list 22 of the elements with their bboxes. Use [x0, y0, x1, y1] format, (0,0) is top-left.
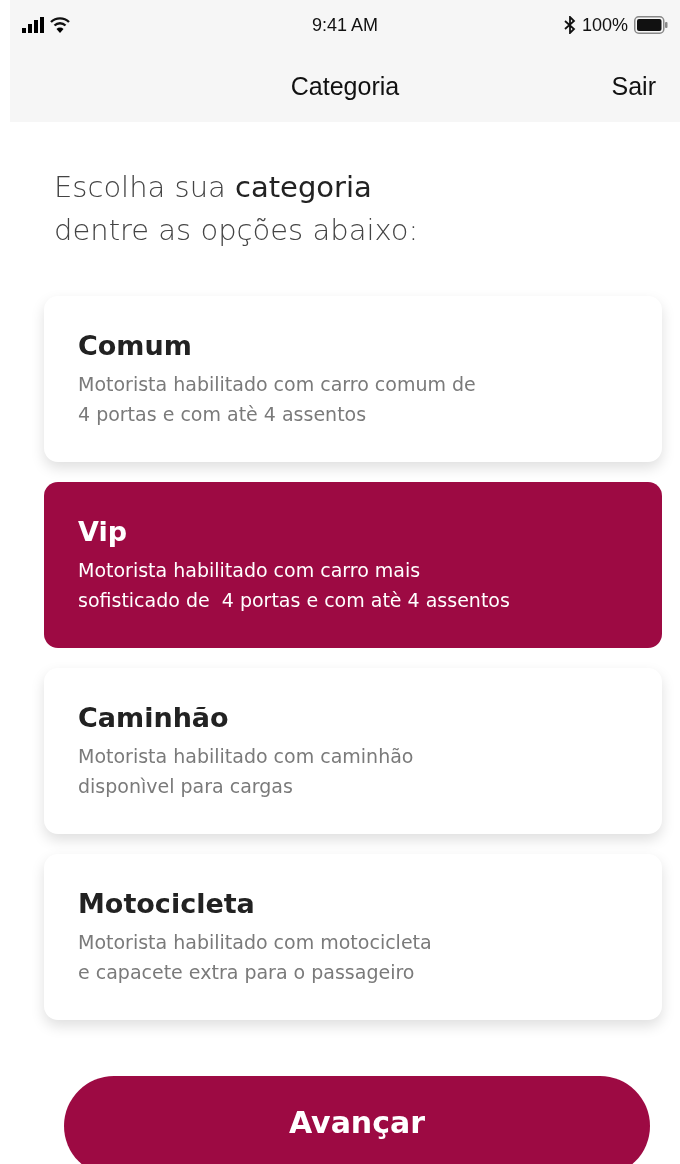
category-description: Motorista habilitado com motocicleta e capacete extra para o passageiro [78, 930, 432, 985]
battery-percentage: 100% [581, 14, 628, 36]
category-title: Caminhão [78, 702, 229, 733]
status-time: 9:41 AM [311, 14, 378, 35]
instruction-text: Escolha sua categoria dentre as opções abaixo: [54, 169, 420, 249]
exit-link[interactable]: Sair [611, 71, 656, 101]
category-title: Motocicleta [78, 888, 255, 919]
category-description: Motorista habilitado com carro comum de 4 portas e com atè 4 assentos [78, 372, 476, 427]
advance-button[interactable]: Avançar [64, 1076, 650, 1164]
screen-title: Categoria [290, 71, 400, 101]
category-card[interactable]: Comum Motorista habilitado com carro comum de 4 portas e com atè 4 assentos [44, 296, 662, 462]
category-card[interactable]: Vip Motorista habilitado com carro mais sofisticado de 4 portas e com atè 4 assentos [44, 482, 662, 648]
category-card[interactable]: Caminhão Motorista habilitado com caminhão disponìvel para cargas [44, 668, 662, 834]
wifi-icon [50, 17, 70, 33]
category-description: Motorista habilitado com carro mais sofisticado de 4 portas e com atè 4 assentos [78, 558, 510, 613]
category-title: Comum [78, 330, 192, 361]
category-title: Vip [78, 516, 127, 547]
bluetooth-icon [563, 16, 576, 34]
signal-icon [22, 17, 44, 33]
category-card[interactable]: Motocicleta Motorista habilitado com motocicleta e capacete extra para o passageiro [44, 854, 662, 1020]
category-description: Motorista habilitado com caminhão disponìvel para cargas [78, 744, 414, 799]
battery-icon [634, 16, 668, 34]
